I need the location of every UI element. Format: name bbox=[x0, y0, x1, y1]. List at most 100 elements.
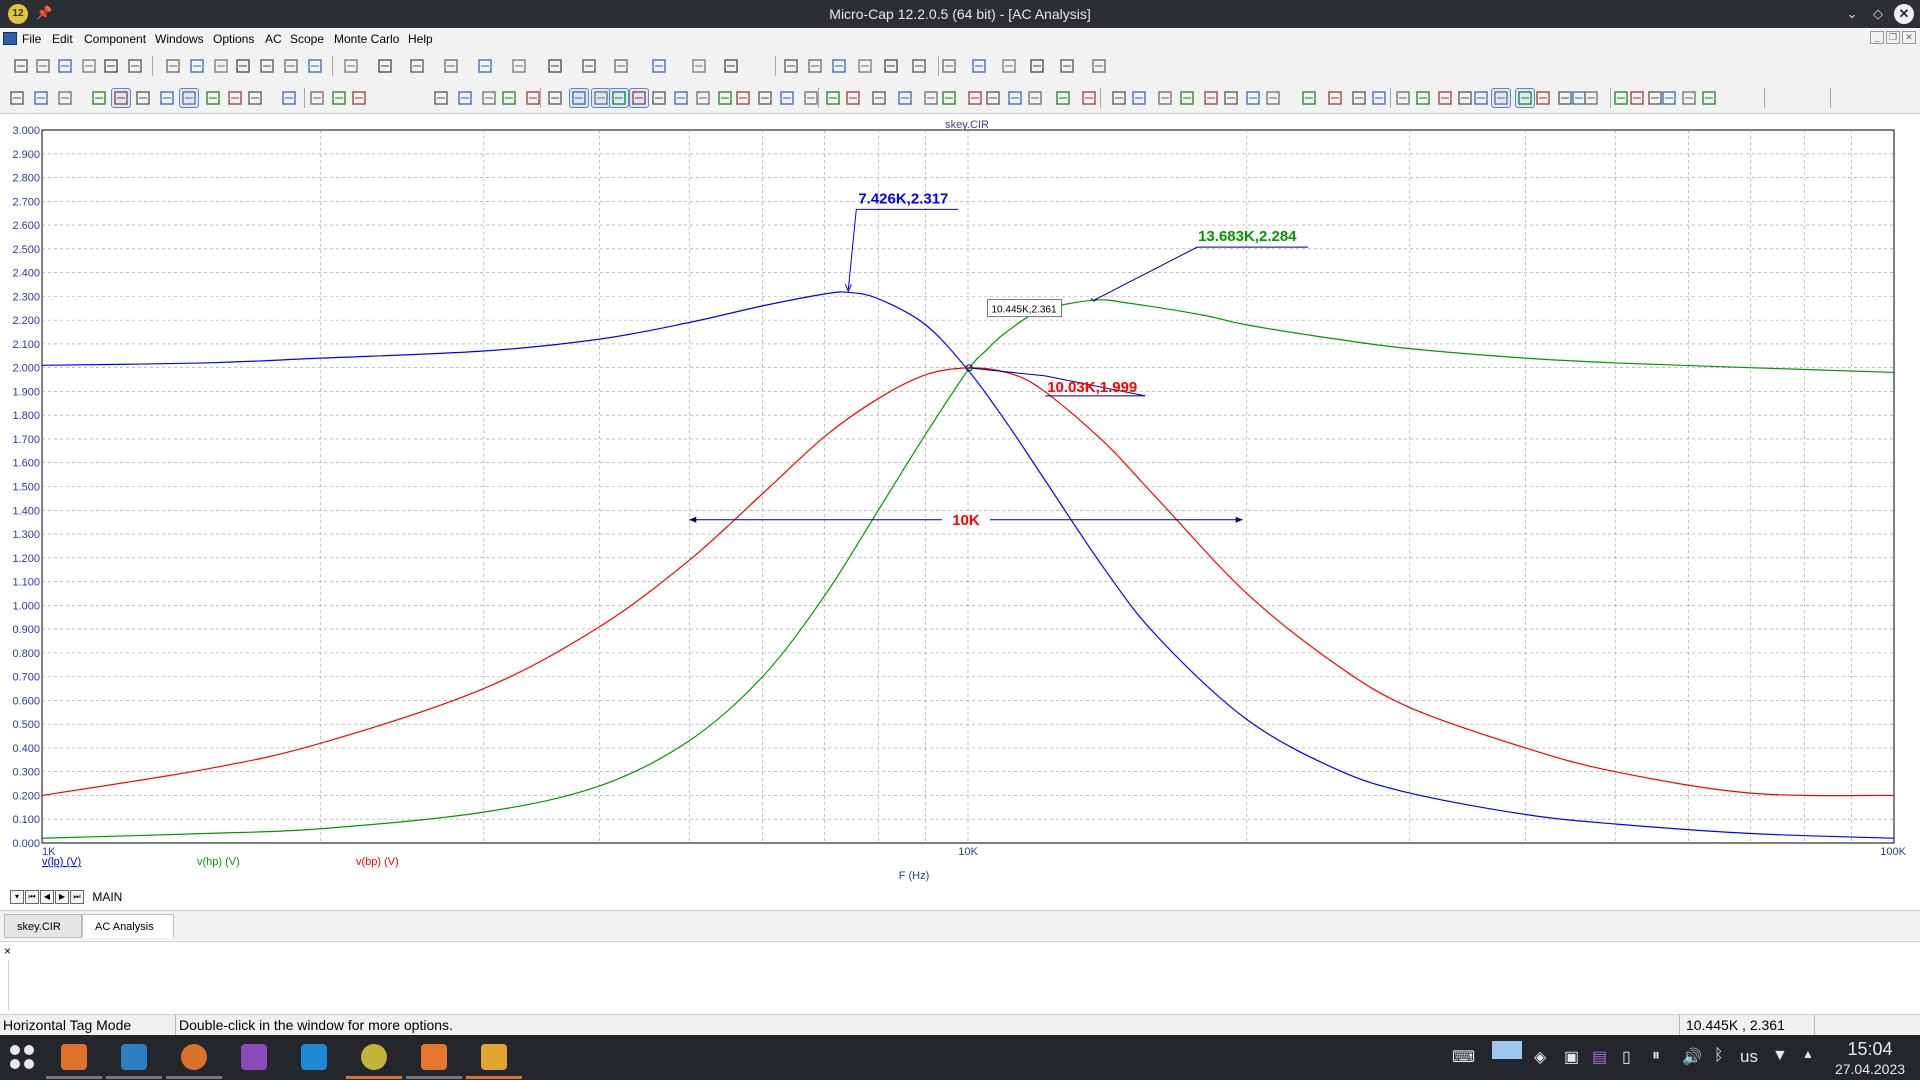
store-icon[interactable] bbox=[241, 1044, 267, 1070]
tb1-button-16[interactable] bbox=[408, 57, 426, 75]
tb2-button-3[interactable] bbox=[56, 89, 74, 107]
chart-app-icon[interactable] bbox=[421, 1044, 447, 1070]
store-tray-icon[interactable]: ▤ bbox=[1592, 1047, 1607, 1067]
tb2-button-58[interactable] bbox=[1394, 89, 1412, 107]
menu-file[interactable]: File bbox=[22, 32, 41, 46]
tb1-button-9[interactable] bbox=[212, 57, 230, 75]
tb2-button-35[interactable] bbox=[844, 89, 862, 107]
tb2-button-65[interactable] bbox=[1534, 89, 1552, 107]
tb2-button-72[interactable] bbox=[1660, 89, 1678, 107]
tb2-button-28[interactable] bbox=[694, 89, 712, 107]
sheet-menu-icon[interactable]: ▾ bbox=[10, 890, 24, 904]
tb2-button-14[interactable] bbox=[330, 89, 348, 107]
prev-sheet-icon[interactable]: ◀ bbox=[40, 890, 54, 904]
tb2-button-16[interactable] bbox=[432, 89, 450, 107]
tb1-button-17[interactable] bbox=[442, 57, 460, 75]
tb1-button-25[interactable] bbox=[722, 57, 740, 75]
menu-scope[interactable]: Scope bbox=[290, 32, 324, 46]
tb2-button-1[interactable] bbox=[8, 89, 26, 107]
tb1-button-29[interactable] bbox=[856, 57, 874, 75]
tb2-button-34[interactable] bbox=[824, 89, 842, 107]
tb2-button-12[interactable] bbox=[280, 89, 298, 107]
tb2-button-24[interactable] bbox=[609, 88, 629, 108]
tb2-button-60[interactable] bbox=[1436, 89, 1454, 107]
tb2-button-7[interactable] bbox=[158, 89, 176, 107]
mdi-minimize-icon[interactable]: _ bbox=[1870, 31, 1884, 44]
menu-monte-carlo[interactable]: Monte Carlo bbox=[334, 32, 399, 46]
tb2-button-45[interactable] bbox=[1080, 89, 1098, 107]
tb1-button-21[interactable] bbox=[580, 57, 598, 75]
tb1-button-8[interactable] bbox=[188, 57, 206, 75]
tb1-button-2[interactable] bbox=[34, 57, 52, 75]
tb2-button-8[interactable] bbox=[179, 88, 199, 108]
maximize-icon[interactable]: ◇ bbox=[1868, 4, 1888, 24]
tb1-button-28[interactable] bbox=[830, 57, 848, 75]
tb2-button-54[interactable] bbox=[1300, 89, 1318, 107]
tb1-button-35[interactable] bbox=[1028, 57, 1046, 75]
tb2-button-17[interactable] bbox=[456, 89, 474, 107]
menu-help[interactable]: Help bbox=[408, 32, 433, 46]
file-manager-icon[interactable] bbox=[61, 1044, 87, 1070]
tb1-button-19[interactable] bbox=[510, 57, 528, 75]
tb2-button-5[interactable] bbox=[111, 88, 131, 108]
tb2-button-70[interactable] bbox=[1628, 89, 1646, 107]
tb2-button-27[interactable] bbox=[672, 89, 690, 107]
volume-icon[interactable]: 🔊 bbox=[1682, 1047, 1702, 1067]
tb2-button-2[interactable] bbox=[32, 89, 50, 107]
tab-ac-analysis[interactable]: AC Analysis bbox=[82, 914, 174, 938]
plot-area[interactable]: 0.000 0.100 0.200 0.300 0.400 0.500 0.600 0.700… bbox=[0, 115, 1920, 895]
tb2-button-74[interactable] bbox=[1700, 89, 1718, 107]
menu-component[interactable]: Component bbox=[84, 32, 146, 46]
menu-edit[interactable]: Edit bbox=[52, 32, 73, 46]
tb1-button-27[interactable] bbox=[806, 57, 824, 75]
tb1-button-31[interactable] bbox=[910, 57, 928, 75]
tb2-button-51[interactable] bbox=[1222, 89, 1240, 107]
tab-skey-cir[interactable]: skey.CIR bbox=[4, 914, 82, 938]
tb1-button-12[interactable] bbox=[282, 57, 300, 75]
tb1-button-32[interactable] bbox=[940, 57, 958, 75]
ac-analysis-plot[interactable]: 0.000 0.100 0.200 0.300 0.400 0.500 0.600 0.700… bbox=[0, 115, 1920, 890]
tb2-button-9[interactable] bbox=[204, 89, 222, 107]
mdi-close-icon[interactable]: ✕ bbox=[1902, 31, 1916, 44]
tb2-button-47[interactable] bbox=[1130, 89, 1148, 107]
tb2-button-63[interactable] bbox=[1491, 88, 1511, 108]
tb1-button-10[interactable] bbox=[234, 57, 252, 75]
sheet-tab-main[interactable]: MAIN bbox=[92, 890, 122, 904]
tray-expand-icon[interactable]: ▲ bbox=[1802, 1047, 1814, 1061]
tb2-button-46[interactable] bbox=[1110, 89, 1128, 107]
mdi-restore-icon[interactable]: ❐ bbox=[1886, 31, 1900, 44]
tb2-button-64[interactable] bbox=[1515, 88, 1535, 108]
tb2-button-41[interactable] bbox=[984, 89, 1002, 107]
vscode-icon[interactable] bbox=[301, 1044, 327, 1070]
tb2-button-26[interactable] bbox=[650, 89, 668, 107]
shield-icon[interactable]: ◈ bbox=[1534, 1047, 1546, 1067]
tb1-button-18[interactable] bbox=[476, 57, 494, 75]
tb2-button-37[interactable] bbox=[896, 89, 914, 107]
terminal-icon[interactable] bbox=[121, 1044, 147, 1070]
microcap-taskbar-icon[interactable] bbox=[361, 1044, 387, 1070]
wifi-icon[interactable]: ▼ bbox=[1772, 1047, 1788, 1065]
clipboard-icon[interactable]: ▣ bbox=[1564, 1047, 1579, 1067]
tb1-button-11[interactable] bbox=[258, 57, 276, 75]
tb1-button-7[interactable] bbox=[164, 57, 182, 75]
tb1-button-3[interactable] bbox=[56, 57, 74, 75]
menu-windows[interactable]: Windows bbox=[155, 32, 204, 46]
tb1-button-36[interactable] bbox=[1058, 57, 1076, 75]
tb2-button-48[interactable] bbox=[1156, 89, 1174, 107]
tb2-button-36[interactable] bbox=[870, 89, 888, 107]
tb2-button-73[interactable] bbox=[1680, 89, 1698, 107]
last-sheet-icon[interactable]: ⏭ bbox=[70, 890, 84, 904]
tb2-button-13[interactable] bbox=[308, 89, 326, 107]
tb2-button-53[interactable] bbox=[1264, 89, 1282, 107]
keyboard-layout[interactable]: us bbox=[1740, 1047, 1758, 1067]
tb2-button-32[interactable] bbox=[778, 89, 796, 107]
tb1-button-37[interactable] bbox=[1090, 57, 1108, 75]
tb1-button-1[interactable] bbox=[12, 57, 30, 75]
tb2-button-44[interactable] bbox=[1054, 89, 1072, 107]
tb2-button-10[interactable] bbox=[226, 89, 244, 107]
menu-ac[interactable]: AC bbox=[265, 32, 282, 46]
tb2-button-22[interactable] bbox=[569, 88, 589, 108]
bluetooth-icon[interactable]: ᛒ bbox=[1714, 1047, 1724, 1065]
tb2-button-68[interactable] bbox=[1582, 89, 1600, 107]
tb1-button-23[interactable] bbox=[650, 57, 668, 75]
